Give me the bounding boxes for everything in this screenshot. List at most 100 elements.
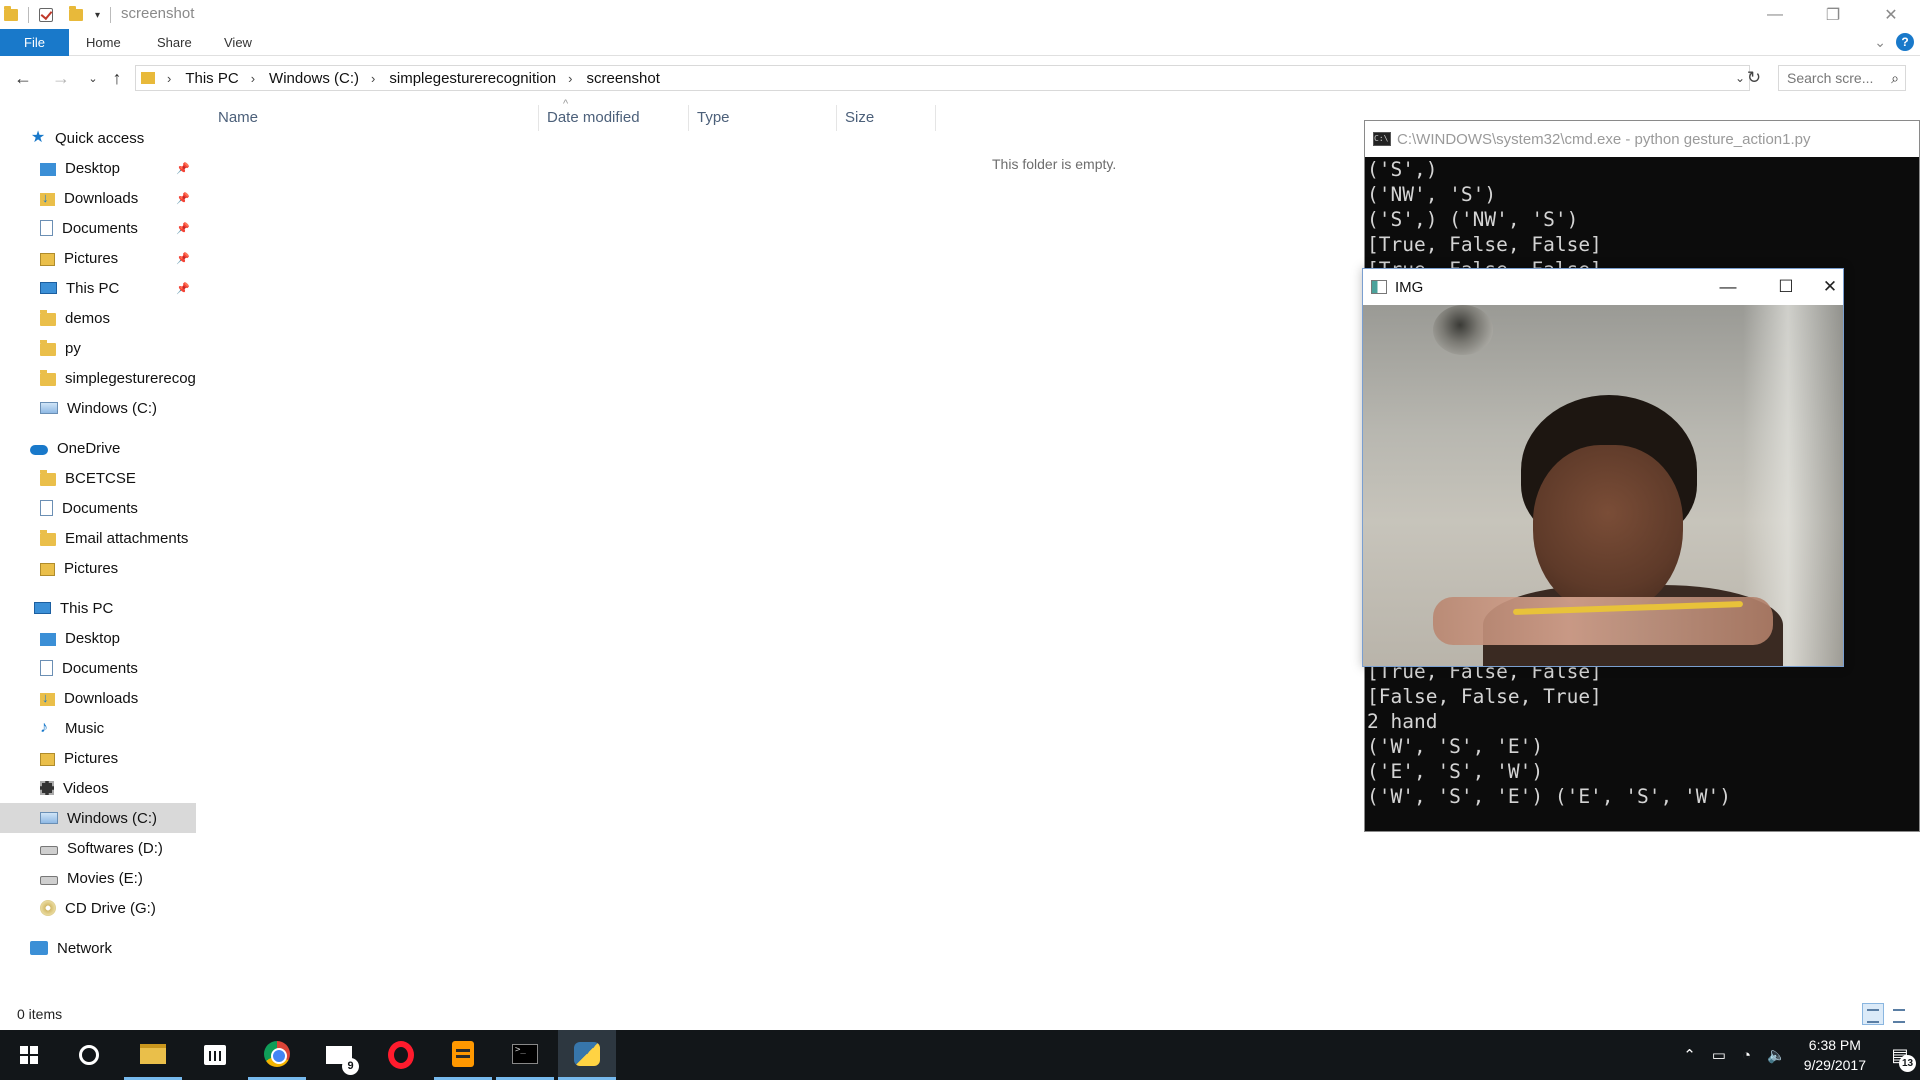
column-header-date-modified[interactable]: Date modified <box>538 105 688 131</box>
taskbar-cmd[interactable]: >_ <box>496 1030 554 1080</box>
new-folder-icon[interactable] <box>69 6 83 21</box>
taskbar-sublime-text[interactable] <box>434 1030 492 1080</box>
chevron-right-icon[interactable]: › <box>251 71 255 86</box>
nav-pc-desktop[interactable]: Desktop <box>0 623 196 653</box>
breadcrumb-this-pc[interactable]: This PC <box>185 70 238 87</box>
nav-pc-downloads[interactable]: Downloads <box>0 683 196 713</box>
nav-quick-simplegesturerecog[interactable]: simplegesturerecog <box>0 363 196 393</box>
cortana-button[interactable] <box>60 1030 118 1080</box>
chevron-right-icon[interactable]: › <box>371 71 375 86</box>
chevron-right-icon[interactable]: › <box>568 71 572 86</box>
breadcrumb-windows-c[interactable]: Windows (C:) <box>269 70 359 87</box>
img-window[interactable]: IMG — ☐ ✕ <box>1362 268 1844 667</box>
nav-quick-this-pc[interactable]: This PC 📌 <box>0 273 196 303</box>
cmd-titlebar[interactable]: C:\ C:\WINDOWS\system32\cmd.exe - python… <box>1365 121 1919 157</box>
breadcrumb-simplegesturerecognition[interactable]: simplegesturerecognition <box>389 70 556 87</box>
pin-icon[interactable]: 📌 <box>176 252 190 265</box>
close-button[interactable]: ✕ <box>1862 0 1920 29</box>
img-title: IMG <box>1395 278 1424 296</box>
nav-onedrive-bcetcse[interactable]: BCETCSE <box>0 463 196 493</box>
minimize-button[interactable]: — <box>1699 269 1757 305</box>
nav-quick-downloads[interactable]: Downloads 📌 <box>0 183 196 213</box>
nav-onedrive-email-attachments[interactable]: Email attachments <box>0 523 196 553</box>
properties-icon[interactable] <box>39 8 53 22</box>
tab-file[interactable]: File <box>0 29 69 56</box>
nav-quick-py[interactable]: py <box>0 333 196 363</box>
taskbar-store[interactable] <box>186 1030 244 1080</box>
search-icon[interactable]: ⌕ <box>1891 66 1899 90</box>
sublime-text-icon <box>452 1040 474 1067</box>
pin-icon[interactable]: 📌 <box>176 282 190 295</box>
column-header-name[interactable]: Name <box>210 105 534 131</box>
nav-onedrive-pictures[interactable]: Pictures <box>0 553 196 583</box>
nav-pc-videos[interactable]: Videos <box>0 773 196 803</box>
nav-quick-demos[interactable]: demos <box>0 303 196 333</box>
address-bar[interactable]: › This PC › Windows (C:) › simplegesture… <box>135 65 1750 91</box>
nav-pc-documents[interactable]: Documents <box>0 653 196 683</box>
nav-quick-access[interactable]: ★ Quick access <box>0 123 196 153</box>
nav-quick-documents[interactable]: Documents 📌 <box>0 213 196 243</box>
nav-onedrive[interactable]: OneDrive <box>0 433 196 463</box>
tab-view[interactable]: View <box>224 29 252 56</box>
forward-button[interactable]: → <box>48 66 74 90</box>
downloads-icon <box>40 690 55 706</box>
close-button[interactable]: ✕ <box>1815 269 1845 305</box>
clock[interactable]: 6:38 PM 9/29/2017 <box>1804 1035 1866 1075</box>
taskbar-chrome[interactable] <box>248 1030 306 1080</box>
nav-pc-movies-e[interactable]: Movies (E:) <box>0 863 196 893</box>
downloads-icon <box>40 190 55 206</box>
img-titlebar[interactable]: IMG — ☐ ✕ <box>1363 269 1843 305</box>
refresh-button[interactable]: ↻ <box>1742 66 1766 90</box>
nav-quick-desktop[interactable]: Desktop 📌 <box>0 153 196 183</box>
music-icon: ♪ <box>40 719 48 736</box>
computer-icon <box>40 282 57 294</box>
nav-network[interactable]: Network <box>0 933 196 963</box>
folder-icon[interactable] <box>4 6 18 21</box>
chevron-right-icon[interactable]: › <box>167 71 171 86</box>
large-icons-view-icon[interactable] <box>1888 1003 1910 1025</box>
nav-pc-windows-c[interactable]: Windows (C:) <box>0 803 196 833</box>
nav-onedrive-documents[interactable]: Documents <box>0 493 196 523</box>
chevron-up-icon[interactable]: ⌃ <box>1683 1046 1696 1064</box>
column-header-size[interactable]: Size <box>836 105 936 131</box>
breadcrumb-screenshot[interactable]: screenshot <box>587 70 660 87</box>
back-button[interactable]: ← <box>10 66 36 90</box>
minimize-button[interactable]: — <box>1746 0 1804 29</box>
nav-pc-softwares-d[interactable]: Softwares (D:) <box>0 833 196 863</box>
nav-quick-windows-c[interactable]: Windows (C:) <box>0 393 196 423</box>
tab-home[interactable]: Home <box>86 29 121 56</box>
volume-icon[interactable]: 🔈 <box>1767 1046 1786 1064</box>
details-view-icon[interactable] <box>1862 1003 1884 1025</box>
divider <box>28 7 29 23</box>
customize-toolbar-icon[interactable]: ▾ <box>95 10 100 21</box>
pin-icon[interactable]: 📌 <box>176 222 190 235</box>
taskbar-mail[interactable]: 9 <box>310 1030 368 1080</box>
help-icon[interactable]: ? <box>1896 33 1914 51</box>
expand-ribbon-icon[interactable]: ⌄ <box>1874 34 1886 51</box>
folder-icon <box>141 72 155 84</box>
taskbar-opera[interactable] <box>372 1030 430 1080</box>
start-button[interactable] <box>0 1030 58 1080</box>
nav-quick-pictures[interactable]: Pictures 📌 <box>0 243 196 273</box>
nav-this-pc[interactable]: This PC <box>0 593 196 623</box>
pin-icon[interactable]: 📌 <box>176 162 190 175</box>
pin-icon[interactable]: 📌 <box>176 192 190 205</box>
navigation-bar: ← → ⌄ ↑ › This PC › Windows (C:) › simpl… <box>0 63 1920 93</box>
action-center-button[interactable]: ▤ 13 <box>1880 1030 1920 1080</box>
maximize-button[interactable]: ☐ <box>1757 269 1815 305</box>
tab-share[interactable]: Share <box>157 29 192 56</box>
nav-pc-music[interactable]: ♪ Music <box>0 713 196 743</box>
wifi-icon[interactable]: ◔ <box>1742 1047 1751 1064</box>
battery-icon[interactable]: ▭ <box>1712 1046 1726 1064</box>
nav-pc-cd-drive-g[interactable]: CD Drive (G:) <box>0 893 196 923</box>
nav-pc-pictures[interactable]: Pictures <box>0 743 196 773</box>
up-button[interactable]: ↑ <box>104 66 130 90</box>
drive-icon <box>40 875 58 885</box>
recent-locations-button[interactable]: ⌄ <box>80 66 106 90</box>
taskbar-python[interactable] <box>558 1030 616 1080</box>
taskbar-file-explorer[interactable] <box>124 1030 182 1080</box>
column-header-type[interactable]: Type <box>688 105 836 131</box>
search-input[interactable]: Search scre... ⌕ <box>1778 65 1906 91</box>
clock-date: 9/29/2017 <box>1803 1057 1866 1073</box>
restore-button[interactable]: ❐ <box>1804 0 1862 29</box>
